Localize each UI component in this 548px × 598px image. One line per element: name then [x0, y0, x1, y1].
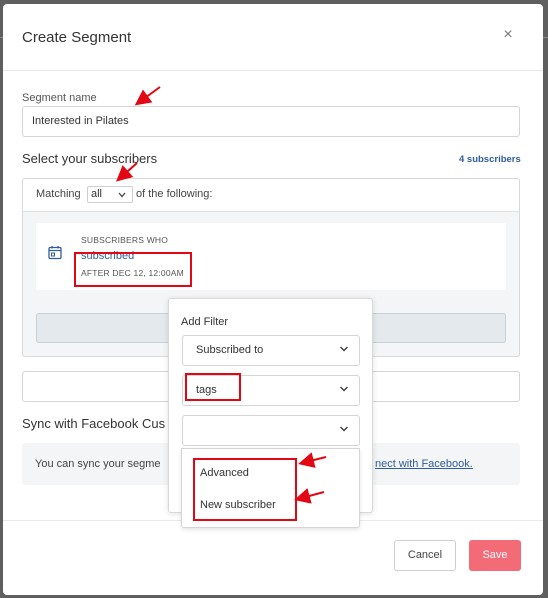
annotation-box-tags — [185, 373, 241, 401]
segment-name-label: Segment name — [22, 92, 97, 104]
annotation-box-options — [193, 458, 297, 521]
facebook-connect-link[interactable]: nect with Facebook. — [375, 458, 473, 470]
annotation-box-rule — [74, 252, 192, 287]
matching-suffix: of the following: — [136, 188, 213, 200]
matching-prefix: Matching — [36, 188, 81, 200]
subscriber-count-link[interactable]: 4 subscribers — [459, 154, 521, 165]
modal-title: Create Segment — [22, 29, 132, 46]
chevron-down-icon — [339, 426, 349, 432]
segment-name-input[interactable]: Interested in Pilates — [22, 106, 520, 137]
facebook-sync-title: Sync with Facebook Cus — [22, 416, 166, 431]
chevron-down-icon — [339, 386, 349, 392]
select-subscribers-title: Select your subscribers — [22, 151, 158, 166]
matching-row: Matching all of the following: — [23, 179, 519, 212]
create-segment-modal: Create Segment × Segment name Interested… — [3, 4, 543, 595]
filter-type-select[interactable]: Subscribed to — [182, 335, 360, 366]
cancel-button[interactable]: Cancel — [394, 540, 456, 571]
filter-value-select[interactable] — [182, 415, 360, 446]
save-button[interactable]: Save — [469, 540, 521, 571]
rule-caption: SUBSCRIBERS WHO — [81, 235, 169, 245]
matching-select[interactable]: all — [87, 186, 133, 203]
chevron-down-icon — [118, 192, 126, 198]
matching-select-value: all — [91, 188, 103, 200]
backdrop-divider-right — [543, 37, 548, 38]
modal-header: Create Segment × — [3, 4, 543, 71]
close-icon[interactable]: × — [499, 26, 517, 44]
filter-type-value: Subscribed to — [196, 344, 264, 356]
facebook-sync-text: You can sync your segme — [35, 458, 161, 470]
calendar-icon — [48, 246, 62, 260]
add-filter-title: Add Filter — [181, 316, 229, 328]
chevron-down-icon — [339, 346, 349, 352]
